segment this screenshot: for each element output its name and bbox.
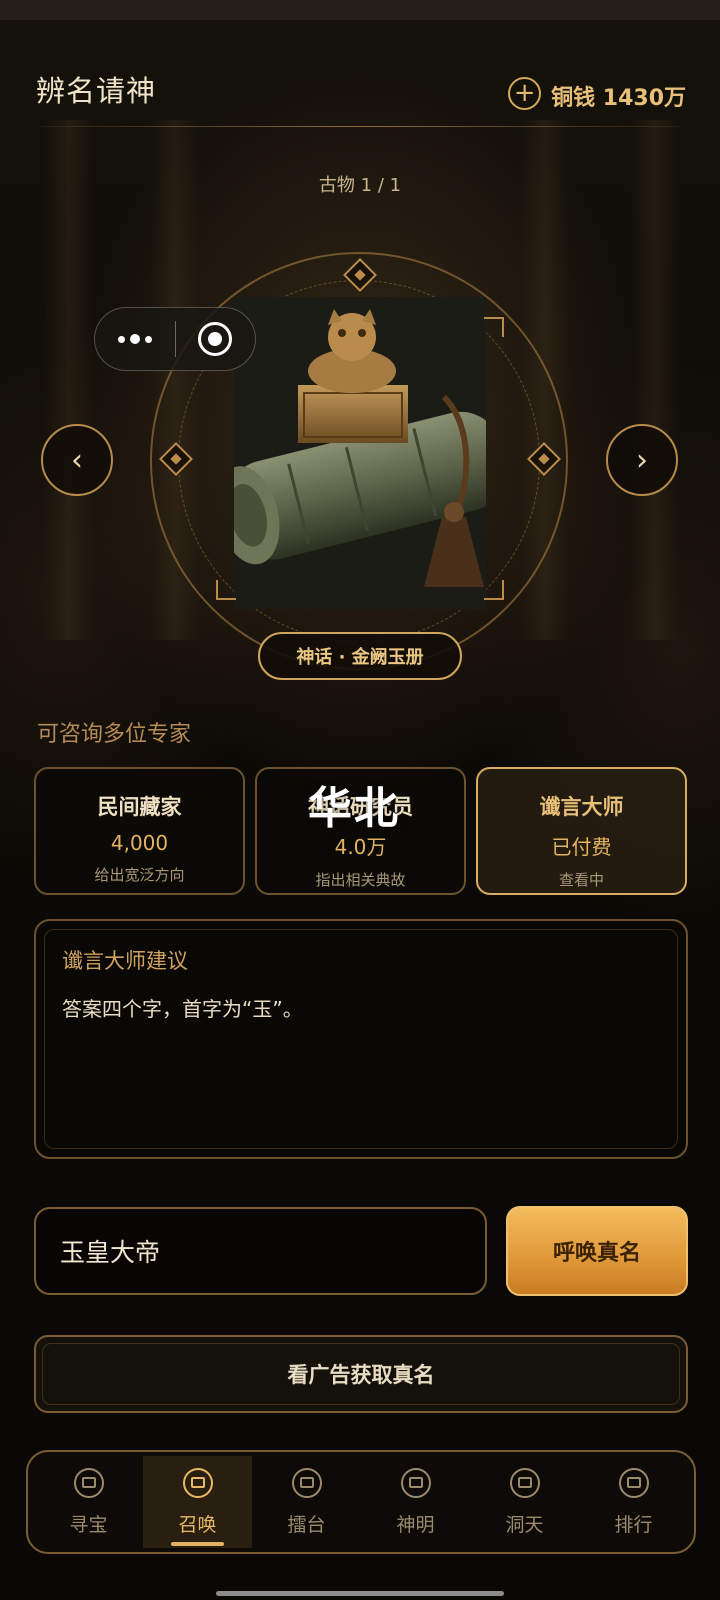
- next-artifact-button[interactable]: ›: [606, 424, 678, 496]
- expert-status: 已付费: [551, 835, 612, 859]
- frame-corner: [216, 580, 236, 600]
- artifact-image: [234, 297, 486, 609]
- target-close-icon: [198, 322, 233, 356]
- home-indicator: [216, 1591, 504, 1596]
- close-miniprogram-button[interactable]: [176, 308, 256, 370]
- add-coins-button[interactable]: +: [508, 76, 542, 110]
- artifact-name-tag: 神话 · 金阙玉册: [258, 632, 462, 680]
- tab-label: 擂台: [287, 1513, 326, 1536]
- frame-corner: [484, 317, 504, 337]
- expert-card-prophecy-master[interactable]: 谶言大师 已付费 查看中: [476, 767, 687, 895]
- tab-label: 排行: [614, 1513, 653, 1536]
- expert-card-folk-collector[interactable]: 民间藏家 4,000 给出宽泛方向: [34, 767, 245, 895]
- summon-true-name-button[interactable]: 呼唤真名: [506, 1206, 688, 1296]
- frame-corner: [484, 580, 504, 600]
- treasure-icon: [73, 1467, 104, 1498]
- tab-rank[interactable]: 排行: [579, 1456, 688, 1548]
- background-pillar: [44, 120, 94, 640]
- expert-desc: 给出宽泛方向: [94, 866, 185, 884]
- tab-treasure[interactable]: 寻宝: [34, 1456, 143, 1548]
- artifact-counter: 古物 1 / 1: [318, 175, 402, 196]
- tab-deity[interactable]: 神明: [361, 1456, 470, 1548]
- cave-icon: [509, 1467, 540, 1498]
- deity-icon: [400, 1467, 431, 1498]
- experts-section-label: 可咨询多位专家: [37, 722, 192, 747]
- more-dots-icon: [117, 334, 152, 344]
- watch-ad-button[interactable]: 看广告获取真名: [34, 1335, 688, 1413]
- bottom-tab-bar: 寻宝 召唤 擂台 神明 洞天 排行: [26, 1450, 696, 1554]
- summon-icon: [182, 1467, 213, 1498]
- advice-text: 答案四个字，首字为“玉”。: [62, 997, 303, 1021]
- jade-scroll-seal-image: [234, 297, 486, 609]
- expert-desc: 查看中: [558, 871, 604, 889]
- tab-label: 召唤: [178, 1513, 217, 1536]
- page-title: 辨名请神: [36, 74, 157, 108]
- coin-balance: + 铜钱 1430万: [508, 74, 686, 112]
- status-bar: [0, 0, 720, 20]
- header-divider: [40, 126, 680, 127]
- answer-input[interactable]: [34, 1207, 487, 1295]
- tab-summon[interactable]: 召唤: [143, 1456, 252, 1548]
- expert-name: 民间藏家: [97, 795, 182, 819]
- prev-artifact-button[interactable]: ‹: [41, 424, 113, 496]
- more-menu-button[interactable]: [95, 308, 175, 370]
- tab-label: 寻宝: [69, 1513, 108, 1536]
- tab-arena[interactable]: 擂台: [252, 1456, 361, 1548]
- expert-name: 谶言大师: [539, 795, 624, 819]
- rank-icon: [618, 1467, 649, 1498]
- tab-cave[interactable]: 洞天: [470, 1456, 579, 1548]
- tab-label: 神明: [396, 1513, 435, 1536]
- tab-label: 洞天: [505, 1513, 544, 1536]
- background-pillar: [630, 120, 680, 640]
- expert-desc: 指出相关典故: [315, 871, 406, 889]
- overlay-watermark-text: 华北: [308, 783, 400, 834]
- coin-balance-text: 铜钱 1430万: [551, 86, 686, 111]
- advice-title: 谶言大师建议: [62, 949, 188, 973]
- miniprogram-capsule: [94, 307, 256, 371]
- arena-icon: [291, 1467, 322, 1498]
- advice-panel: 谶言大师建议 答案四个字，首字为“玉”。: [34, 919, 688, 1159]
- expert-price: 4,000: [110, 831, 169, 855]
